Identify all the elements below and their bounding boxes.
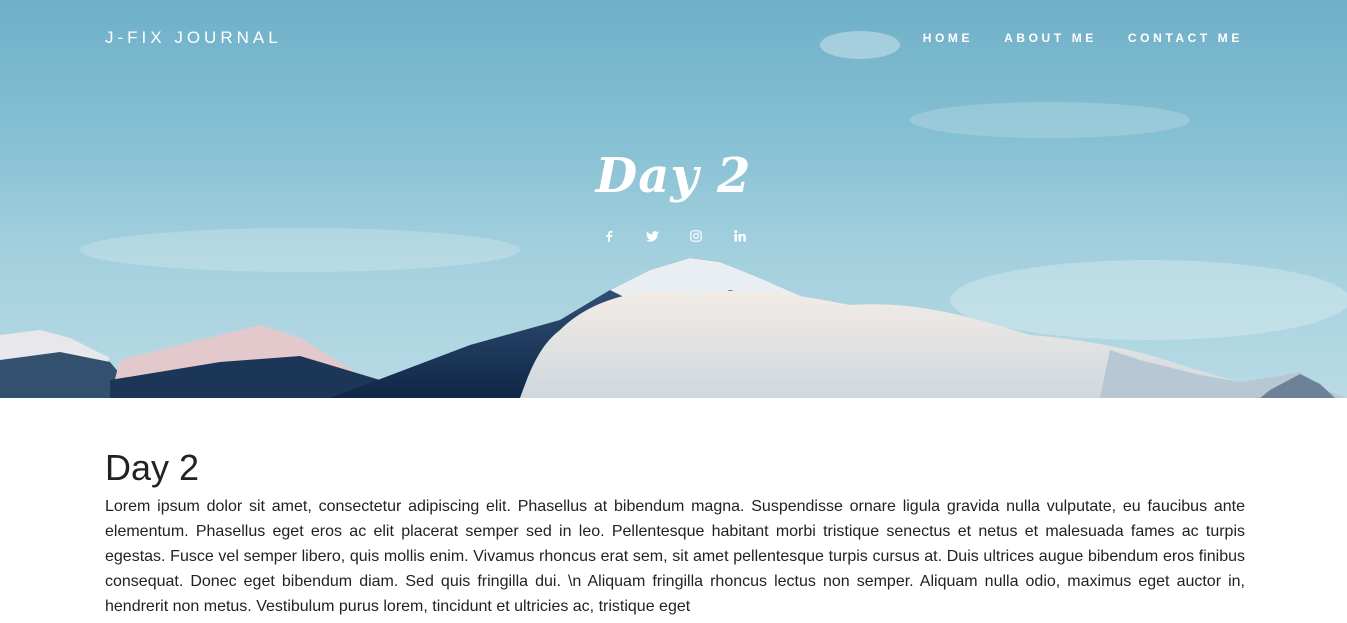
nav-link-home[interactable]: HOME (923, 31, 973, 45)
facebook-icon[interactable] (599, 226, 619, 246)
nav-link-contact-me[interactable]: CONTACT ME (1128, 31, 1243, 45)
social-links (597, 226, 757, 246)
twitter-icon[interactable] (642, 226, 662, 246)
brand-logo-link[interactable]: J-FIX JOURNAL (105, 28, 282, 48)
post-body-text: Lorem ipsum dolor sit amet, consectetur … (105, 498, 1245, 615)
post-title: Day 2 (105, 447, 200, 488)
instagram-icon[interactable] (686, 226, 706, 246)
nav-link-about-me[interactable]: ABOUT ME (1004, 31, 1097, 45)
hero-title: Day 2 (595, 148, 752, 204)
post-content: Day 2 Lorem ipsum dolor sit amet, consec… (105, 398, 1245, 619)
top-navbar: J-FIX JOURNAL HOME ABOUT ME CONTACT ME (0, 0, 1347, 80)
linkedin-icon[interactable] (730, 226, 750, 246)
nav-menu: HOME ABOUT ME CONTACT ME (892, 31, 1243, 45)
hero-banner: J-FIX JOURNAL HOME ABOUT ME CONTACT ME D… (0, 0, 1347, 398)
